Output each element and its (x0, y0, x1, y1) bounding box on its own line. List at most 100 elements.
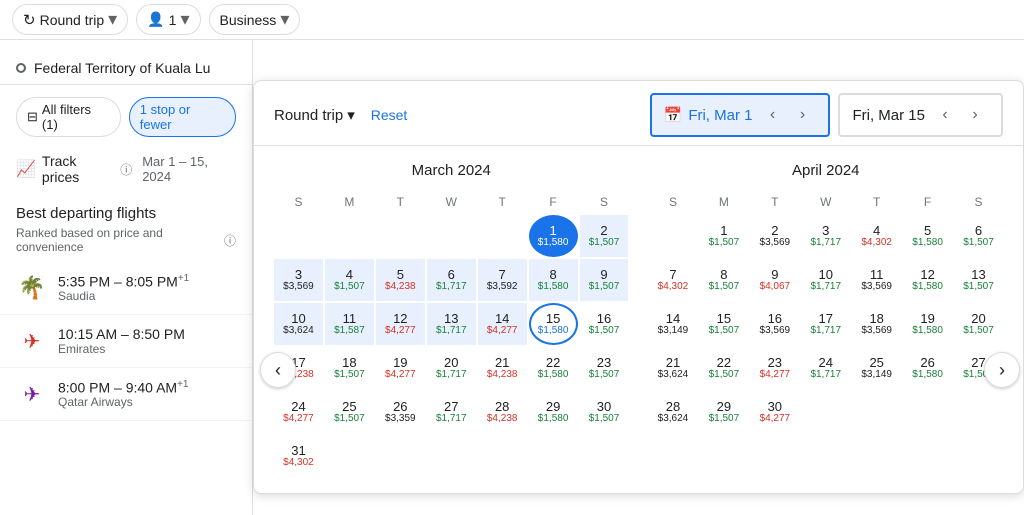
cal-day-20[interactable]: 20$1,507 (954, 303, 1003, 345)
cal-day-27[interactable]: 27$1,717 (427, 391, 476, 433)
cal-day-15[interactable]: 15$1,507 (699, 303, 748, 345)
cal-day-2[interactable]: 2$3,569 (750, 215, 799, 257)
cal-day-7[interactable]: 7$4,302 (649, 259, 698, 301)
cal-day-header: T (852, 191, 901, 213)
flight-item-saudia[interactable]: 🌴 5:35 PM – 8:05 PM+1 Saudia (0, 262, 252, 315)
cal-day-price: $1,507 (334, 414, 365, 424)
cal-day-7[interactable]: 7$3,592 (478, 259, 527, 301)
cal-day-25[interactable]: 25$1,507 (325, 391, 374, 433)
passengers-selector[interactable]: 👤 1 ▾ (136, 4, 200, 35)
cal-day-19[interactable]: 19$1,580 (903, 303, 952, 345)
trip-type-selector[interactable]: ↻ Round trip ▾ (12, 4, 128, 35)
cal-day-23[interactable]: 23$1,507 (580, 347, 629, 389)
cal-day-number: 13 (444, 312, 458, 325)
flight-item-qatar[interactable]: ✈ 8:00 PM – 9:40 AM+1 Qatar Airways (0, 368, 252, 421)
cal-day-10[interactable]: 10$3,624 (274, 303, 323, 345)
calendar-header: Round trip ▾ Reset 📅 Fri, Mar 1 ‹ › Fri,… (254, 81, 1023, 146)
cal-day-24[interactable]: 24$1,717 (801, 347, 850, 389)
cal-day-10[interactable]: 10$1,717 (801, 259, 850, 301)
cal-day-20[interactable]: 20$1,717 (427, 347, 476, 389)
cal-day-25[interactable]: 25$3,149 (852, 347, 901, 389)
cal-day-24[interactable]: 24$4,277 (274, 391, 323, 433)
cal-day-price: $1,507 (589, 238, 620, 248)
date-to-next[interactable]: › (961, 101, 989, 129)
cal-day-13[interactable]: 13$1,507 (954, 259, 1003, 301)
cal-day-28[interactable]: 28$3,624 (649, 391, 698, 433)
cal-day-number: 30 (768, 400, 782, 413)
cal-day-17[interactable]: 17$1,717 (801, 303, 850, 345)
date-to-box[interactable]: Fri, Mar 15 ‹ › (838, 93, 1003, 137)
cal-day-26[interactable]: 26$1,580 (903, 347, 952, 389)
cal-day-9[interactable]: 9$1,507 (580, 259, 629, 301)
cal-day-number: 26 (393, 400, 407, 413)
date-from-next[interactable]: › (788, 101, 816, 129)
cal-day-23[interactable]: 23$4,277 (750, 347, 799, 389)
cal-day-header: F (529, 191, 578, 213)
cal-day-price: $4,277 (760, 370, 791, 380)
cal-day-5[interactable]: 5$1,580 (903, 215, 952, 257)
cal-day-29[interactable]: 29$1,580 (529, 391, 578, 433)
cal-day-price: $1,507 (963, 282, 994, 292)
cal-day-header: S (580, 191, 629, 213)
cal-day-22[interactable]: 22$1,507 (699, 347, 748, 389)
prev-month-button[interactable]: ‹ (260, 352, 296, 388)
filters-row: ⊟ All filters (1) 1 stop or fewer (0, 93, 252, 145)
cal-day-19[interactable]: 19$4,277 (376, 347, 425, 389)
class-selector[interactable]: Business ▾ (209, 4, 301, 35)
calendars-row: March 2024SMTWTFS1$1,5802$1,5073$3,5694$… (254, 146, 1023, 493)
cal-day-22[interactable]: 22$1,580 (529, 347, 578, 389)
origin-field[interactable]: Federal Territory of Kuala Lu (0, 52, 252, 85)
cal-day-3[interactable]: 3$1,717 (801, 215, 850, 257)
cal-day-30[interactable]: 30$4,277 (750, 391, 799, 433)
cal-day-26[interactable]: 26$3,359 (376, 391, 425, 433)
track-prices-row[interactable]: 📈 Track prices ⓘ Mar 1 – 15, 2024 (0, 145, 252, 193)
cal-day-1[interactable]: 1$1,507 (699, 215, 748, 257)
calendar-reset-button[interactable]: Reset (371, 107, 408, 123)
cal-day-12[interactable]: 12$1,580 (903, 259, 952, 301)
cal-day-12[interactable]: 12$4,277 (376, 303, 425, 345)
cal-day-6[interactable]: 6$1,717 (427, 259, 476, 301)
cal-day-31[interactable]: 31$4,302 (274, 435, 323, 477)
cal-day-2[interactable]: 2$1,507 (580, 215, 629, 257)
cal-day-6[interactable]: 6$1,507 (954, 215, 1003, 257)
date-to-prev[interactable]: ‹ (931, 101, 959, 129)
cal-day-5[interactable]: 5$4,238 (376, 259, 425, 301)
cal-day-11[interactable]: 11$3,569 (852, 259, 901, 301)
cal-day-4[interactable]: 4$4,302 (852, 215, 901, 257)
next-month-button[interactable]: › (984, 352, 1020, 388)
date-from-box[interactable]: 📅 Fri, Mar 1 ‹ › (650, 93, 831, 137)
cal-day-11[interactable]: 11$1,587 (325, 303, 374, 345)
cal-day-price: $1,580 (538, 282, 569, 292)
cal-day-price: $1,580 (538, 326, 569, 336)
cal-day-29[interactable]: 29$1,507 (699, 391, 748, 433)
cal-day-14[interactable]: 14$3,149 (649, 303, 698, 345)
cal-day-18[interactable]: 18$3,569 (852, 303, 901, 345)
cal-day-30[interactable]: 30$1,507 (580, 391, 629, 433)
cal-day-28[interactable]: 28$4,238 (478, 391, 527, 433)
stops-filter-btn[interactable]: 1 stop or fewer (129, 97, 236, 137)
all-filters-btn[interactable]: ⊟ All filters (1) (16, 97, 121, 137)
trip-type-label: Round trip (40, 12, 105, 28)
date-from-prev[interactable]: ‹ (758, 101, 786, 129)
cal-day-15[interactable]: 15$1,580 (529, 303, 578, 345)
cal-trip-type[interactable]: Round trip ▾ (274, 106, 355, 124)
cal-day-1[interactable]: 1$1,580 (529, 215, 578, 257)
cal-day-number: 2 (600, 224, 607, 237)
cal-day-3[interactable]: 3$3,569 (274, 259, 323, 301)
cal-day-16[interactable]: 16$1,507 (580, 303, 629, 345)
cal-day-8[interactable]: 8$1,580 (529, 259, 578, 301)
cal-day-14[interactable]: 14$4,277 (478, 303, 527, 345)
cal-day-4[interactable]: 4$1,507 (325, 259, 374, 301)
cal-day-number: 23 (597, 356, 611, 369)
cal-day-8[interactable]: 8$1,507 (699, 259, 748, 301)
flight-item-emirates[interactable]: ✈ 10:15 AM – 8:50 PM Emirates (0, 315, 252, 368)
cal-day-13[interactable]: 13$1,717 (427, 303, 476, 345)
cal-day-9[interactable]: 9$4,067 (750, 259, 799, 301)
cal-day-18[interactable]: 18$1,507 (325, 347, 374, 389)
cal-day-21[interactable]: 21$3,624 (649, 347, 698, 389)
cal-day-16[interactable]: 16$3,569 (750, 303, 799, 345)
cal-day-header: M (699, 191, 748, 213)
cal-day-price: $1,507 (709, 414, 740, 424)
cal-day-price: $1,507 (589, 370, 620, 380)
cal-day-21[interactable]: 21$4,238 (478, 347, 527, 389)
